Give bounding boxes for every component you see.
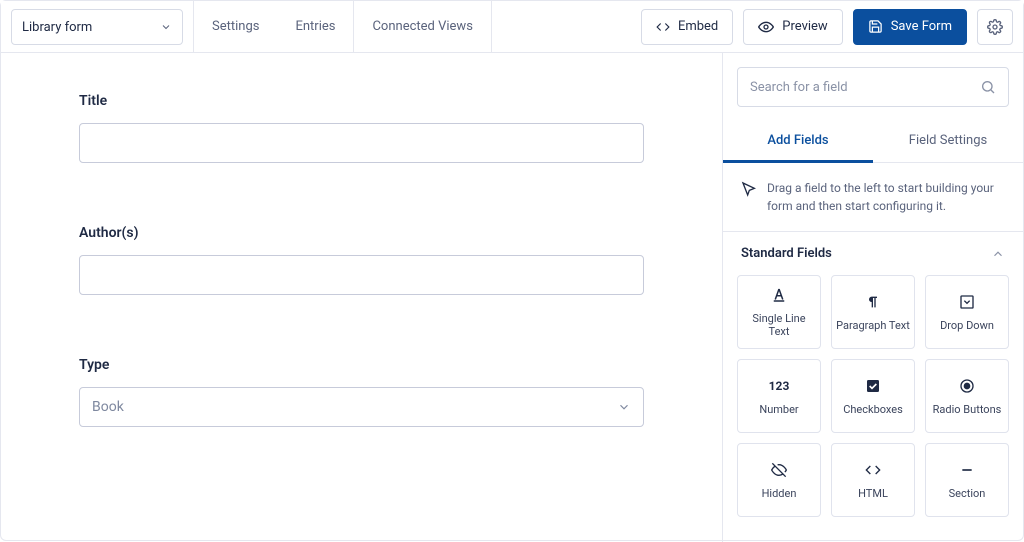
authors-input[interactable] bbox=[79, 255, 644, 295]
field-title[interactable]: Title bbox=[79, 93, 644, 163]
tile-section[interactable]: Section bbox=[925, 443, 1009, 517]
tile-label: Drop Down bbox=[940, 319, 994, 332]
code-icon bbox=[656, 20, 670, 34]
tile-label: Hidden bbox=[762, 487, 797, 500]
eye-off-icon bbox=[770, 461, 788, 479]
field-grid: Single Line Text Paragraph Text Drop Dow… bbox=[723, 275, 1023, 531]
nav-group-primary: Settings Entries bbox=[193, 1, 354, 52]
chevron-down-icon bbox=[617, 400, 631, 414]
topbar-actions: Embed Preview Save Form bbox=[631, 1, 1023, 52]
tab-field-settings[interactable]: Field Settings bbox=[873, 121, 1023, 162]
text-icon bbox=[770, 286, 788, 304]
preview-button[interactable]: Preview bbox=[743, 9, 842, 45]
tile-radio-buttons[interactable]: Radio Buttons bbox=[925, 359, 1009, 433]
form-picker-label: Library form bbox=[22, 20, 92, 35]
tile-label: Section bbox=[949, 487, 986, 500]
save-button[interactable]: Save Form bbox=[853, 9, 967, 45]
type-select[interactable]: Book bbox=[79, 387, 644, 427]
cursor-icon bbox=[741, 181, 757, 215]
search-input[interactable]: Search for a field bbox=[737, 67, 1009, 107]
field-label: Title bbox=[79, 93, 644, 109]
field-type[interactable]: Type Book bbox=[79, 357, 644, 427]
nav-entries[interactable]: Entries bbox=[277, 1, 353, 52]
code-icon bbox=[864, 461, 882, 479]
dropdown-icon bbox=[958, 293, 976, 311]
radio-icon bbox=[958, 377, 976, 395]
tile-label: HTML bbox=[858, 487, 888, 500]
tile-html[interactable]: HTML bbox=[831, 443, 915, 517]
form-picker-wrap: Library form bbox=[1, 1, 193, 52]
field-label: Author(s) bbox=[79, 225, 644, 241]
tile-label: Checkboxes bbox=[843, 403, 903, 416]
embed-button[interactable]: Embed bbox=[641, 9, 733, 45]
section-title: Standard Fields bbox=[741, 246, 832, 261]
tab-add-fields[interactable]: Add Fields bbox=[723, 121, 873, 163]
side-tabs: Add Fields Field Settings bbox=[723, 121, 1023, 163]
tile-checkboxes[interactable]: Checkboxes bbox=[831, 359, 915, 433]
field-label: Type bbox=[79, 357, 644, 373]
tile-label: Radio Buttons bbox=[933, 403, 1002, 416]
spacer bbox=[492, 1, 631, 52]
number-icon: 123 bbox=[770, 377, 788, 395]
settings-button[interactable] bbox=[977, 9, 1013, 45]
nav-settings[interactable]: Settings bbox=[194, 1, 277, 52]
sidepanel: Search for a field Add Fields Field Sett… bbox=[723, 53, 1023, 542]
hint-text: Drag a field to the left to start buildi… bbox=[767, 179, 1005, 215]
tile-number[interactable]: 123 Number bbox=[737, 359, 821, 433]
save-icon bbox=[868, 19, 883, 34]
section-standard-fields[interactable]: Standard Fields bbox=[723, 232, 1023, 275]
tile-paragraph-text[interactable]: Paragraph Text bbox=[831, 275, 915, 349]
nav-connected-views[interactable]: Connected Views bbox=[354, 1, 490, 52]
search-wrap: Search for a field bbox=[723, 53, 1023, 121]
paragraph-icon bbox=[864, 293, 882, 311]
main: Title Author(s) Type Book Search for a f… bbox=[1, 53, 1023, 542]
checkbox-icon bbox=[864, 377, 882, 395]
preview-label: Preview bbox=[782, 19, 827, 34]
chevron-down-icon bbox=[160, 21, 172, 33]
tile-single-line-text[interactable]: Single Line Text bbox=[737, 275, 821, 349]
tile-label: Single Line Text bbox=[742, 312, 816, 338]
tile-drop-down[interactable]: Drop Down bbox=[925, 275, 1009, 349]
search-placeholder: Search for a field bbox=[750, 80, 848, 95]
search-icon bbox=[980, 79, 996, 95]
title-input[interactable] bbox=[79, 123, 644, 163]
save-label: Save Form bbox=[891, 19, 952, 34]
hint: Drag a field to the left to start buildi… bbox=[723, 163, 1023, 232]
tile-label: Number bbox=[759, 403, 798, 416]
chevron-up-icon bbox=[991, 247, 1005, 261]
minus-icon bbox=[958, 461, 976, 479]
type-select-value: Book bbox=[92, 399, 124, 415]
form-picker[interactable]: Library form bbox=[11, 9, 183, 45]
topbar: Library form Settings Entries Connected … bbox=[1, 1, 1023, 53]
embed-label: Embed bbox=[678, 19, 718, 34]
eye-icon bbox=[758, 19, 774, 35]
field-authors[interactable]: Author(s) bbox=[79, 225, 644, 295]
tile-hidden[interactable]: Hidden bbox=[737, 443, 821, 517]
nav-group-secondary: Connected Views bbox=[354, 1, 491, 52]
tile-label: Paragraph Text bbox=[836, 319, 910, 332]
gear-icon bbox=[987, 19, 1003, 35]
form-canvas: Title Author(s) Type Book bbox=[1, 53, 723, 542]
